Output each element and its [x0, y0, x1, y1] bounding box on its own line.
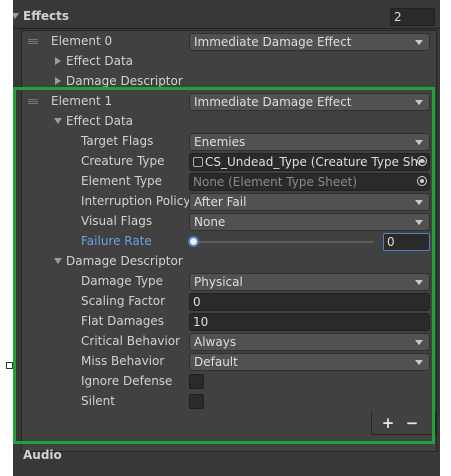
element-0-type-dropdown[interactable]: Immediate Damage Effect — [189, 33, 430, 51]
foldout-arrow-icon[interactable] — [55, 57, 61, 65]
chevron-down-icon — [415, 40, 423, 45]
list-item: Element 0 Immediate Damage Effect Effect… — [22, 31, 434, 89]
effects-header[interactable]: Effects 2 — [13, 6, 440, 26]
selection-highlight-frame — [13, 87, 435, 444]
divider — [13, 28, 440, 29]
effect-data-foldout[interactable]: Effect Data — [66, 52, 133, 70]
foldout-arrow-icon[interactable] — [13, 13, 19, 19]
element-0-label: Element 0 — [51, 34, 113, 48]
drag-handle-icon[interactable] — [28, 39, 38, 45]
effects-count-field[interactable]: 2 — [390, 8, 435, 26]
foldout-arrow-icon[interactable] — [55, 77, 61, 85]
resize-handle[interactable] — [6, 362, 13, 369]
effects-label: Effects — [23, 9, 70, 23]
audio-section-header[interactable]: Audio — [23, 446, 62, 464]
